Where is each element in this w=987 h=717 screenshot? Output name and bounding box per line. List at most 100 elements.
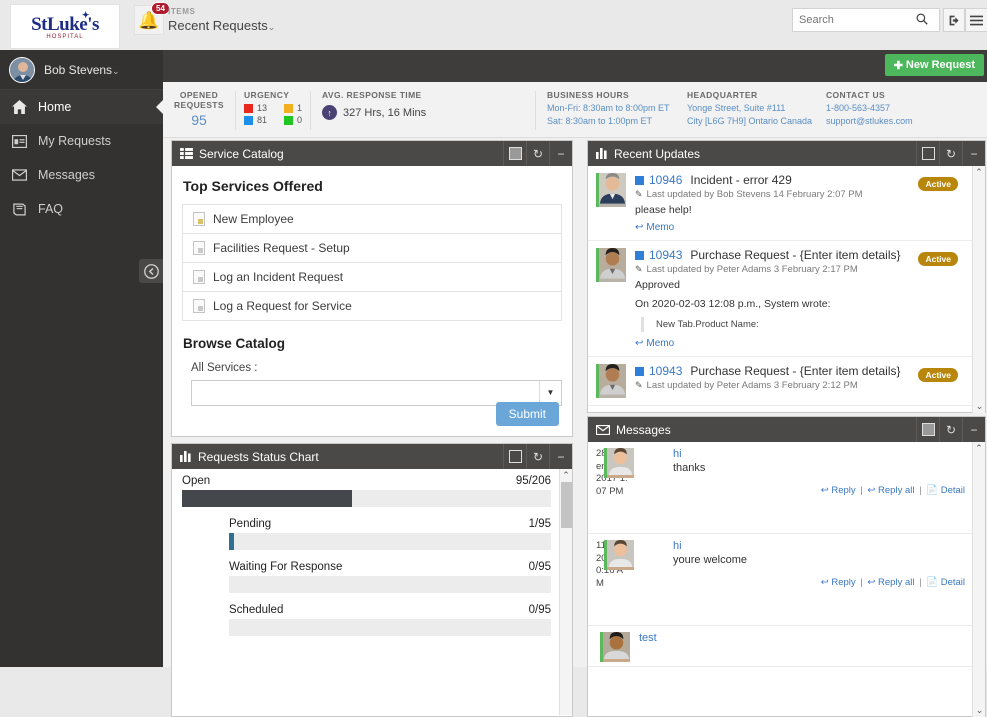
status-badge: Active xyxy=(918,368,958,382)
reply-button[interactable]: ↩ Reply xyxy=(821,485,856,496)
scroll-up-icon[interactable]: ⌃ xyxy=(560,469,572,482)
reply-all-button[interactable]: ↩ Reply all xyxy=(867,577,914,588)
messages-body: 28 September, 2017 1:07 PM hi thanks ↩ R… xyxy=(588,442,985,717)
brand-logo[interactable]: StLuke's ✦ HOSPITAL xyxy=(10,4,120,49)
request-id-link[interactable]: 10946 xyxy=(649,173,682,187)
main-area: ✚ New Request OPENED REQUESTS 95 URGENCY… xyxy=(163,50,987,717)
chart-row-label: Waiting For Response xyxy=(229,561,343,573)
urgency-cell-red: 13 xyxy=(244,103,284,113)
chart-row-scheduled[interactable]: Scheduled 0/95 xyxy=(229,604,551,636)
sidebar-item-messages[interactable]: Messages xyxy=(0,158,163,192)
memo-label: Memo xyxy=(646,222,675,233)
reply-all-button[interactable]: ↩ Reply all xyxy=(867,485,914,496)
status-square-icon xyxy=(635,175,644,185)
contact-email[interactable]: support@stlukes.com xyxy=(826,116,944,126)
reply-label: Reply xyxy=(831,485,856,496)
message-subject[interactable]: test xyxy=(639,632,657,644)
message-actions: ↩ Reply | ↩ Reply all | 📄 Detail xyxy=(820,485,965,496)
recent-requests-dropdown[interactable]: Recent Requests⌄ xyxy=(168,18,275,33)
urgency-stat: URGENCY 13 1 81 0 xyxy=(235,82,310,137)
minimize-button[interactable]: − xyxy=(549,444,572,469)
logout-button[interactable] xyxy=(943,8,965,32)
chart-row-pending[interactable]: Pending 1/95 xyxy=(229,518,551,550)
service-item-label: Log an Incident Request xyxy=(213,270,344,284)
stats-bar: OPENED REQUESTS 95 URGENCY 13 1 81 0 AVG… xyxy=(163,82,987,138)
list-item[interactable]: 10943 Purchase Request - {Enter item det… xyxy=(588,357,972,406)
chart-row-waiting-for-response[interactable]: Waiting For Response 0/95 xyxy=(229,561,551,593)
recent-updates-scrollbar[interactable]: ⌃ ⌄ xyxy=(972,166,985,413)
refresh-button[interactable]: ↻ xyxy=(939,141,962,166)
refresh-button[interactable]: ↻ xyxy=(526,444,549,469)
list-item[interactable]: 28 September, 2017 1:07 PM hi thanks ↩ R… xyxy=(588,442,972,534)
detail-button[interactable]: 📄 Detail xyxy=(926,577,965,588)
scroll-up-icon[interactable]: ⌃ xyxy=(973,442,985,455)
sidebar-item-label: FAQ xyxy=(38,202,64,216)
list-item[interactable]: 10946 Incident - error 429 ✎ Last update… xyxy=(588,166,972,241)
request-id-link[interactable]: 10943 xyxy=(649,364,682,378)
urgency-value: 13 xyxy=(257,103,268,113)
messages-list: 28 September, 2017 1:07 PM hi thanks ↩ R… xyxy=(588,442,972,717)
contact-phone[interactable]: 1-800-563-4357 xyxy=(826,103,944,113)
search-input[interactable] xyxy=(793,9,911,31)
refresh-button[interactable]: ↻ xyxy=(526,141,549,166)
detail-label: Detail xyxy=(940,485,965,496)
top-services-list: New Employee Facilities Request - Setup … xyxy=(182,204,562,321)
message-subject[interactable]: hi xyxy=(673,448,705,460)
chart-scrollbar[interactable]: ⌃ xyxy=(559,469,572,715)
recent-updates-header: Recent Updates ↻ − xyxy=(588,141,985,166)
service-item-new-employee[interactable]: New Employee xyxy=(183,205,561,234)
list-item[interactable]: test xyxy=(588,626,972,667)
chart-row-value: 0/95 xyxy=(528,604,551,616)
avg-response-value: 327 Hrs, 16 Mins xyxy=(343,106,427,119)
refresh-button[interactable]: ↻ xyxy=(939,417,962,442)
scroll-down-icon[interactable]: ⌄ xyxy=(973,400,985,413)
opened-requests-stat: OPENED REQUESTS 95 xyxy=(163,82,235,137)
search-box[interactable] xyxy=(792,8,940,32)
service-item-log-an-incident-request[interactable]: Log an Incident Request xyxy=(183,263,561,292)
search-icon[interactable] xyxy=(911,13,933,28)
reply-button[interactable]: ↩ Reply xyxy=(821,577,856,588)
status-badge: Active xyxy=(918,252,958,266)
sidebar-item-home[interactable]: Home xyxy=(0,90,164,124)
scroll-down-icon[interactable]: ⌄ xyxy=(973,704,985,717)
maximize-button[interactable] xyxy=(503,444,526,469)
maximize-button[interactable] xyxy=(916,141,939,166)
request-id-link[interactable]: 10943 xyxy=(649,248,682,262)
maximize-button[interactable] xyxy=(503,141,526,166)
all-services-label: All Services : xyxy=(191,362,258,374)
service-item-facilities-request-setup[interactable]: Facilities Request - Setup xyxy=(183,234,561,263)
messages-scrollbar[interactable]: ⌃ ⌄ xyxy=(972,442,985,717)
scrollbar-thumb[interactable] xyxy=(561,482,572,528)
detail-button[interactable]: 📄 Detail xyxy=(926,485,965,496)
service-item-log-a-request-for-service[interactable]: Log a Request for Service xyxy=(183,292,561,321)
scroll-up-icon[interactable]: ⌃ xyxy=(973,166,985,179)
memo-link[interactable]: ↩ Memo xyxy=(635,338,964,349)
minimize-icon: − xyxy=(970,422,978,437)
chevron-down-icon: ⌄ xyxy=(267,22,276,32)
sidebar-item-label: Home xyxy=(38,100,72,114)
chart-row-label: Pending xyxy=(229,518,272,530)
new-request-button[interactable]: ✚ New Request xyxy=(884,54,984,76)
minimize-button[interactable]: − xyxy=(549,141,572,166)
maximize-icon xyxy=(508,450,522,463)
list-item[interactable]: 10943 Purchase Request - {Enter item det… xyxy=(588,241,972,357)
minimize-button[interactable]: − xyxy=(962,417,985,442)
submit-button[interactable]: Submit xyxy=(495,402,559,426)
sidebar-collapse-button[interactable] xyxy=(139,259,163,283)
memo-link[interactable]: ↩ Memo xyxy=(635,222,964,233)
message-subject[interactable]: hi xyxy=(673,540,747,552)
avatar xyxy=(9,56,35,83)
sidebar-item-faq[interactable]: FAQ xyxy=(0,192,163,226)
recent-updates-panel: Recent Updates ↻ − 10946 Incident - erro… xyxy=(587,140,986,413)
user-menu[interactable]: Bob Stevens⌄ xyxy=(0,50,163,90)
hamburger-menu-button[interactable] xyxy=(965,8,987,32)
minimize-icon: − xyxy=(970,146,978,161)
list-item[interactable]: 11 July, 2017 10:16 AM hi youre welcome … xyxy=(588,534,972,626)
minimize-button[interactable]: − xyxy=(962,141,985,166)
minimize-icon: − xyxy=(557,146,565,161)
chart-row-open[interactable]: Open 95/206 xyxy=(182,475,551,507)
sidebar-item-my-requests[interactable]: My Requests xyxy=(0,124,163,158)
maximize-button[interactable] xyxy=(916,417,939,442)
request-subject: Purchase Request - {Enter item details} xyxy=(690,364,901,378)
business-hours-line-2: Sat: 8:30am to 1:00pm ET xyxy=(547,116,653,126)
